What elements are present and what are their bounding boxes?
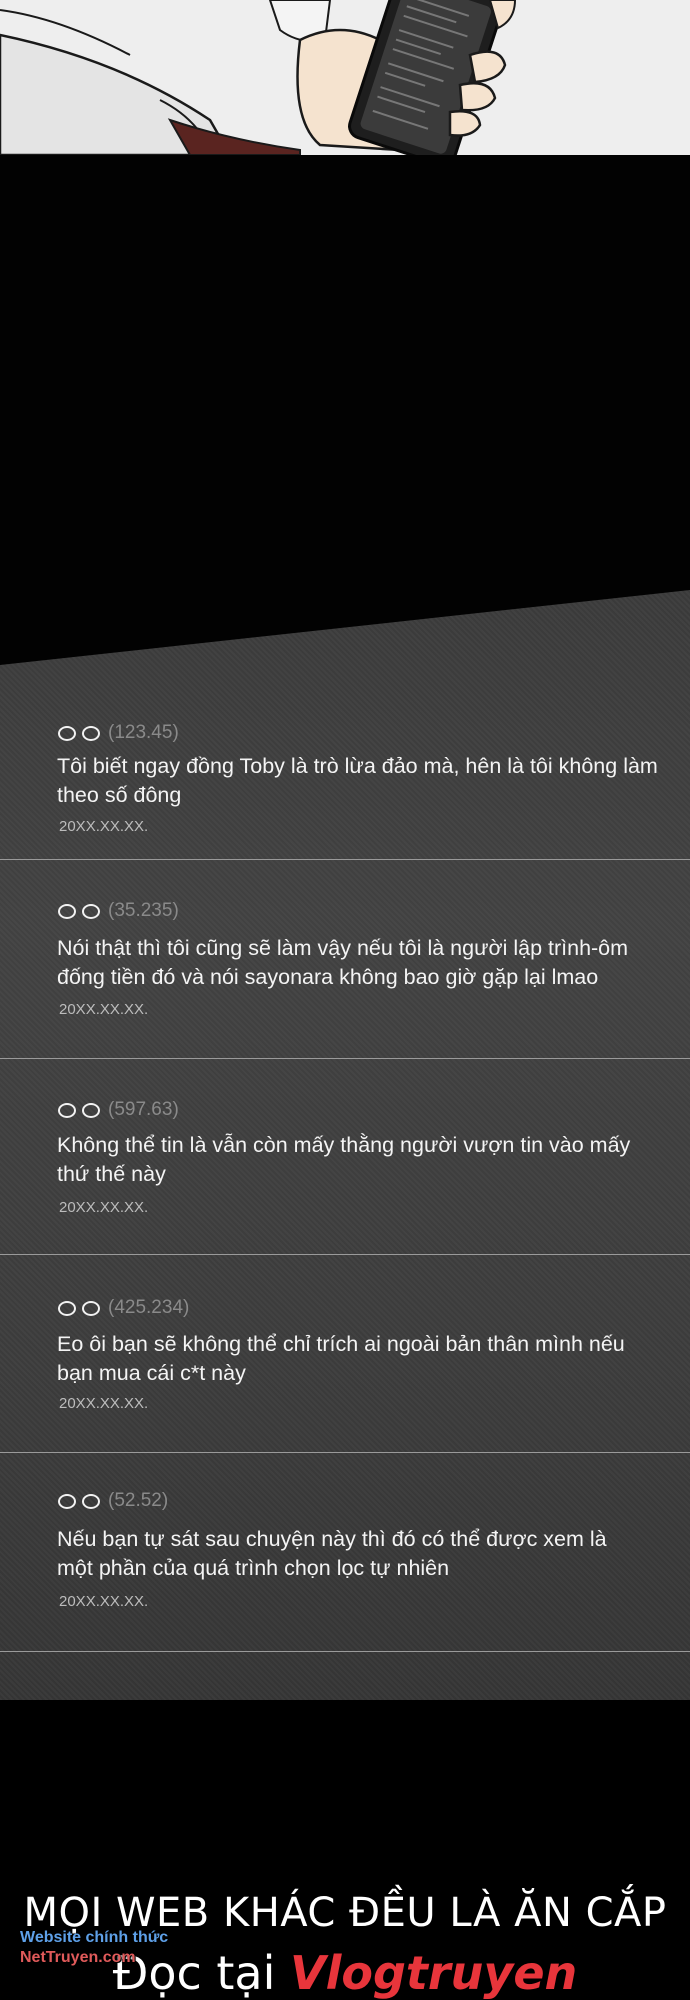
- comment-score: (425.234): [108, 1297, 190, 1318]
- comment-text-line: Tôi biết ngay đồng Toby là trò lừa đảo m…: [57, 754, 658, 778]
- comment-date: 20XX.XX.XX.: [59, 1199, 149, 1216]
- watermark-line: Website chính thức: [20, 1929, 169, 1946]
- comment-item: (425.234) Eo ôi bạn sẽ không thể chỉ trí…: [0, 1297, 690, 1453]
- comment-item: (52.52) Nếu bạn tự sát sau chuyện này th…: [0, 1490, 690, 1652]
- user-circle-icon: [82, 1102, 100, 1118]
- comment-text-line: đống tiền đó và nói sayonara không bao g…: [57, 965, 599, 989]
- comment-score: (52.52): [108, 1490, 169, 1511]
- site-watermark: Website chính thức NetTruyen.com: [20, 1928, 168, 1968]
- user-circle-icon: [58, 1493, 76, 1509]
- comment-text-line: theo số đông: [57, 783, 182, 807]
- comment-text-line: Không thể tin là vẫn còn mấy thằng người…: [57, 1133, 631, 1157]
- comment-header: (35.235): [58, 900, 179, 922]
- comment-text: Tôi biết ngay đồng Toby là trò lừa đảo m…: [57, 752, 667, 810]
- comment-item: (123.45) Tôi biết ngay đồng Toby là trò …: [0, 722, 690, 860]
- user-circle-icon: [82, 1493, 100, 1509]
- comment-header: (597.63): [58, 1099, 179, 1121]
- comment-text: Eo ôi bạn sẽ không thể chỉ trích ai ngoà…: [57, 1330, 667, 1388]
- user-circle-icon: [82, 903, 100, 919]
- comment-text: Không thể tin là vẫn còn mấy thằng người…: [57, 1131, 667, 1189]
- user-circle-icon: [82, 725, 100, 741]
- user-circle-icon: [58, 1300, 76, 1316]
- user-circle-icon: [82, 1300, 100, 1316]
- comment-score: (597.63): [108, 1099, 179, 1120]
- comment-text-line: thứ thế này: [57, 1162, 166, 1186]
- comment-score: (123.45): [108, 722, 179, 743]
- comment-text-line: Eo ôi bạn sẽ không thể chỉ trích ai ngoà…: [57, 1332, 625, 1356]
- comment-text-line: một phần của quá trình chọn lọc tự nhiên: [57, 1556, 450, 1580]
- hand-holding-phone-illustration: [0, 0, 690, 155]
- comment-header: (425.234): [58, 1297, 189, 1319]
- comment-date: 20XX.XX.XX.: [59, 1001, 149, 1018]
- comment-text: Nếu bạn tự sát sau chuyện này thì đó có …: [57, 1525, 667, 1583]
- comment-text-line: Nói thật thì tôi cũng sẽ làm vậy nếu tôi…: [57, 936, 629, 960]
- watermark-line: NetTruyen.com: [20, 1949, 136, 1966]
- comment-item: (597.63) Không thể tin là vẫn còn mấy th…: [0, 1099, 690, 1255]
- comment-text-line: bạn mua cái c*t này: [57, 1361, 246, 1385]
- comment-score: (35.235): [108, 900, 179, 921]
- comic-panel-phone: [0, 0, 690, 155]
- comment-item: (35.235) Nói thật thì tôi cũng sẽ làm vậ…: [0, 900, 690, 1059]
- comment-date: 20XX.XX.XX.: [59, 818, 149, 835]
- comment-date: 20XX.XX.XX.: [59, 1593, 149, 1610]
- comment-header: (123.45): [58, 722, 179, 744]
- comment-text: Nói thật thì tôi cũng sẽ làm vậy nếu tôi…: [57, 934, 667, 992]
- user-circle-icon: [58, 1102, 76, 1118]
- footer-brand-link[interactable]: Vlogtruyen: [290, 1946, 577, 2000]
- user-circle-icon: [58, 903, 76, 919]
- comment-header: (52.52): [58, 1490, 168, 1512]
- user-circle-icon: [58, 725, 76, 741]
- comment-text-line: Nếu bạn tự sát sau chuyện này thì đó có …: [57, 1527, 607, 1551]
- comment-date: 20XX.XX.XX.: [59, 1395, 149, 1412]
